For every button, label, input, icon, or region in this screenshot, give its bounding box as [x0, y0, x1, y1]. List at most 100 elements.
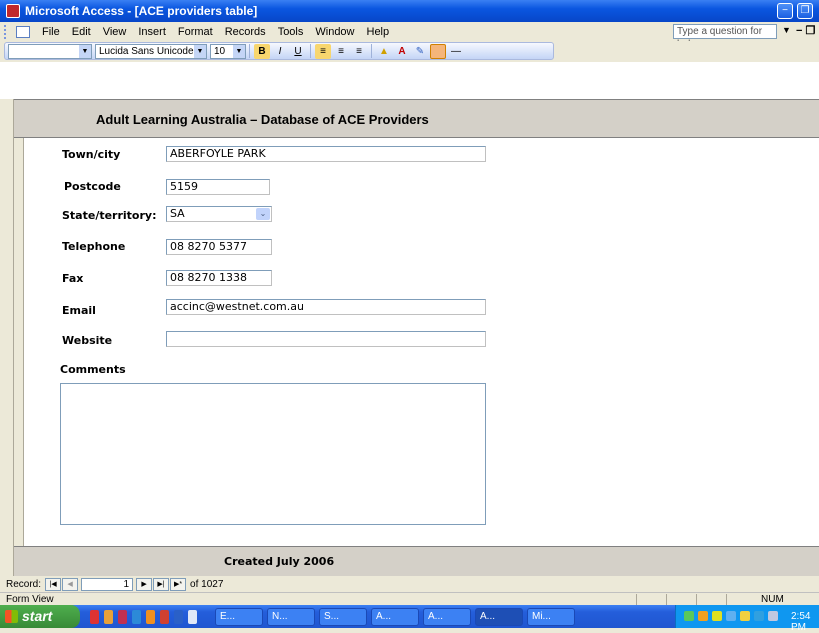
taskbar-button[interactable]: Mi... [527, 607, 575, 626]
quicklaunch-icon[interactable] [146, 609, 155, 624]
bold-icon[interactable]: B [254, 43, 270, 59]
last-record-icon[interactable]: ▶| [153, 577, 170, 591]
quicklaunch-icon[interactable] [132, 609, 141, 624]
clock[interactable]: 2:54 PM [791, 611, 819, 633]
align-right-icon[interactable]: ≡ [351, 44, 367, 59]
minimize-icon[interactable]: − [777, 3, 793, 19]
chevron-down-icon[interactable]: ▼ [79, 44, 91, 58]
town-field[interactable]: ABERFOYLE PARK [166, 146, 486, 162]
form-document-icon[interactable] [16, 25, 30, 38]
line-color-icon[interactable]: ✎ [412, 44, 428, 59]
num-lock-indicator: NUM [761, 594, 784, 605]
quicklaunch-icon[interactable] [188, 609, 197, 624]
taskbar-button[interactable]: A... [371, 607, 419, 626]
font-color-icon[interactable]: A [394, 44, 410, 59]
tray-icon[interactable] [684, 611, 694, 621]
underline-icon[interactable]: U [290, 44, 306, 59]
chevron-down-icon[interactable]: ▼ [194, 44, 206, 58]
status-panel [726, 594, 754, 605]
quicklaunch-icon[interactable] [174, 609, 183, 624]
quicklaunch-icon[interactable] [104, 609, 113, 624]
align-left-icon[interactable]: ≡ [315, 43, 331, 59]
telephone-field[interactable]: 08 8270 5377 [166, 239, 272, 255]
status-bar: Form View NUM [0, 592, 819, 605]
menu-file[interactable]: File [36, 26, 66, 38]
state-label: State/territory: [62, 209, 157, 222]
website-label: Website [62, 334, 113, 347]
menu-tools[interactable]: Tools [272, 26, 310, 38]
menu-edit[interactable]: Edit [66, 26, 97, 38]
tray-icon[interactable] [698, 611, 708, 621]
menu-format[interactable]: Format [172, 26, 219, 38]
fax-label: Fax [62, 272, 84, 285]
menu-view[interactable]: View [97, 26, 133, 38]
form-detail-section: Town/city ABERFOYLE PARK Postcode 5159 S… [25, 138, 819, 546]
tray-icon[interactable] [768, 611, 778, 621]
object-combo[interactable]: ▼ [8, 43, 92, 59]
comments-field[interactable] [60, 383, 486, 525]
taskbar-button[interactable]: N... [267, 607, 315, 626]
taskbar-button[interactable]: A... [423, 607, 471, 626]
website-field[interactable] [166, 331, 486, 347]
state-select[interactable]: SA ⌄ [166, 206, 272, 222]
next-record-icon[interactable]: ▶ [136, 577, 153, 591]
start-button[interactable]: start [0, 605, 80, 628]
taskbar-button[interactable]: E... [215, 607, 263, 626]
taskbar-button[interactable]: S... [319, 607, 367, 626]
email-field[interactable]: accinc@westnet.com.au [166, 299, 486, 315]
status-panel [636, 594, 664, 605]
help-question-input[interactable]: Type a question for help [673, 24, 777, 50]
help-dropdown-icon[interactable]: ▼ [782, 25, 791, 35]
menu-insert[interactable]: Insert [132, 26, 172, 38]
record-selector[interactable] [14, 138, 24, 546]
form-left-margin [0, 99, 14, 576]
new-record-nav-icon[interactable]: ▶* [170, 577, 187, 591]
font-combo[interactable]: Lucida Sans Unicode ▼ [95, 43, 207, 59]
font-size: 10 [214, 45, 226, 57]
postcode-label: Postcode [64, 180, 121, 193]
form-header-title: Adult Learning Australia – Database of A… [96, 112, 429, 127]
postcode-field[interactable]: 5159 [166, 179, 270, 195]
tray-icon[interactable] [754, 611, 764, 621]
status-panel [696, 594, 724, 605]
italic-icon[interactable]: I [272, 44, 288, 59]
record-navigation-bar: Record: |◀ ◀ 1 ▶ ▶| ▶* of 1027 [0, 576, 819, 592]
status-view-mode: Form View [6, 594, 54, 605]
tray-icon[interactable] [726, 611, 736, 621]
fill-color-icon[interactable]: ▲ [376, 44, 392, 59]
menu-records[interactable]: Records [219, 26, 272, 38]
formatting-toolbar: ▼ Lucida Sans Unicode ▼ 10 ▼ B I U ≡ ≡ ≡ ▲… [0, 41, 819, 61]
restore-icon[interactable]: ❐ [797, 3, 813, 19]
access-app-icon[interactable] [6, 4, 20, 18]
border-color-icon[interactable] [430, 43, 446, 59]
tray-icon[interactable] [740, 611, 750, 621]
windows-logo-icon [5, 610, 18, 623]
separator [249, 44, 250, 58]
line-width-icon[interactable]: — [448, 44, 464, 59]
first-record-icon[interactable]: |◀ [45, 577, 62, 591]
chevron-down-icon[interactable]: ⌄ [256, 208, 270, 220]
taskbar-button-active[interactable]: A... [475, 607, 523, 626]
align-center-icon[interactable]: ≡ [333, 44, 349, 59]
quicklaunch-icon[interactable] [90, 609, 99, 624]
title-bar: Microsoft Access - [ACE providers table]… [0, 0, 819, 22]
fax-field[interactable]: 08 8270 1338 [166, 270, 272, 286]
town-label: Town/city [62, 148, 121, 161]
menu-help[interactable]: Help [361, 26, 396, 38]
start-label: start [22, 608, 53, 624]
document-close-icon[interactable]: − ❐ [796, 24, 815, 37]
record-count: of 1027 [190, 578, 224, 590]
quicklaunch-icon[interactable] [118, 609, 127, 624]
separator [310, 44, 311, 58]
font-size-combo[interactable]: 10 ▼ [210, 43, 246, 59]
chevron-down-icon[interactable]: ▼ [233, 44, 245, 58]
toolbar-grip[interactable] [4, 24, 16, 39]
current-record-input[interactable]: 1 [81, 577, 134, 591]
quicklaunch-icon[interactable] [160, 609, 169, 624]
menu-window[interactable]: Window [309, 26, 360, 38]
telephone-label: Telephone [62, 240, 126, 253]
separator [371, 44, 372, 58]
previous-record-icon[interactable]: ◀ [62, 577, 79, 591]
tray-icon[interactable] [712, 611, 722, 621]
window-title: Microsoft Access - [ACE providers table] [25, 4, 258, 18]
